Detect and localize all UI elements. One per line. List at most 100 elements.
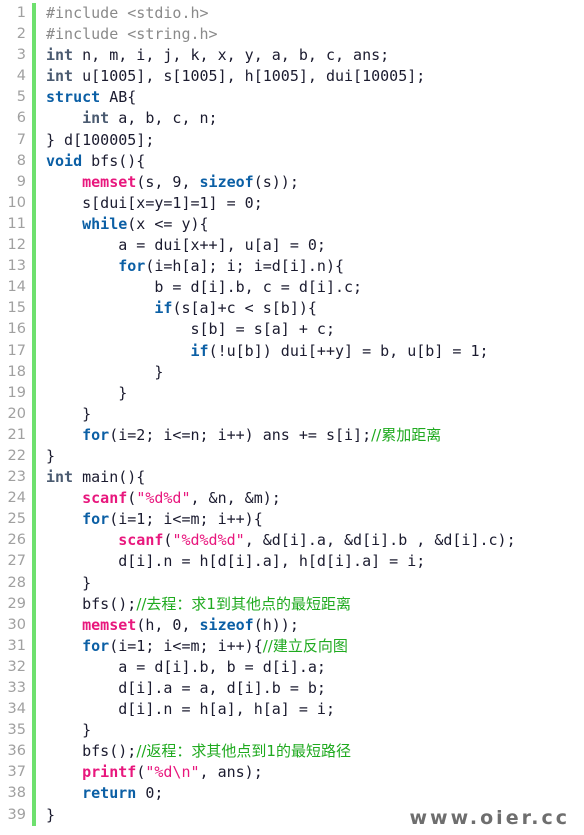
code-line[interactable]: 7 } d[100005]; <box>0 129 584 151</box>
code-line[interactable]: 31 for(i=1; i<=m; i++){//建立反向图 <box>0 635 584 657</box>
code-token-cm: //去程：求1到其他点的最短距离 <box>136 594 351 613</box>
code-line[interactable]: 28 } <box>0 572 584 594</box>
code-token-pl: (h)); <box>253 615 299 634</box>
code-token-str: "%d\n" <box>145 763 200 782</box>
code-line[interactable]: 17 if(!u[b]) dui[++y] = b, u[b] = 1; <box>0 340 584 362</box>
code-token-pl: } <box>46 446 56 465</box>
code-line[interactable]: 3 int n, m, i, j, k, x, y, a, b, c, ans; <box>0 45 584 67</box>
line-number: 17 <box>7 342 26 359</box>
code-line-text: if(!u[b]) dui[++y] = b, u[b] = 1; <box>36 341 584 362</box>
code-line[interactable]: 22} <box>0 445 584 468</box>
code-line[interactable]: 8 void bfs(){ <box>0 150 584 172</box>
code-line[interactable]: 4 int u[1005], s[1005], h[1005], dui[1000… <box>0 66 584 88</box>
code-line-text: scanf("%d%d%d", &d[i].a, &d[i].b , &d[i]… <box>36 530 584 551</box>
code-line[interactable]: 2 #include <string.h> <box>0 24 584 46</box>
code-token-ty: int <box>46 468 74 487</box>
code-line[interactable]: 32 a = d[i].b, b = d[i].a; <box>0 656 584 678</box>
code-token-pl: (i=1; i<=m; i++){ <box>109 510 263 529</box>
code-line[interactable]: 19 } <box>0 382 584 404</box>
code-line[interactable]: 27 d[i].n = h[d[i].a], h[d[i].a] = i; <box>0 551 584 573</box>
site-watermark: www.oier.cc <box>409 807 570 829</box>
code-token-pl: AB{ <box>100 88 137 107</box>
code-line-text: int n, m, i, j, k, x, y, a, b, c, ans; <box>36 45 584 66</box>
code-token-pl: a = d[i].b, b = d[i].a; <box>46 657 326 676</box>
code-token-str: "%d%d" <box>136 489 191 508</box>
code-token-pl: u[1005], s[1005], h[1005], dui[10005]; <box>73 67 426 86</box>
code-line[interactable]: 5 struct AB{ <box>0 87 584 109</box>
code-line[interactable]: 29 bfs();//去程：求1到其他点的最短距离 <box>0 593 584 615</box>
code-line[interactable]: 35 } <box>0 720 584 742</box>
code-token-pl: bfs(); <box>46 742 137 761</box>
code-line-text: for(i=1; i<=m; i++){ <box>36 509 584 530</box>
code-line[interactable]: 34 d[i].n = h[a], h[a] = i; <box>0 699 584 721</box>
line-number: 14 <box>7 279 26 296</box>
code-line[interactable]: 6 int a, b, c, n; <box>0 108 584 130</box>
line-number: 28 <box>7 574 26 591</box>
code-line[interactable]: 20 } <box>0 403 584 425</box>
code-line[interactable]: 10 s[dui[x=y=1]=1] = 0; <box>0 192 584 214</box>
code-token-pl: b = d[i].b, c = d[i].c; <box>46 278 363 297</box>
code-token-str: "%d%d%d" <box>172 531 245 550</box>
line-number: 19 <box>7 384 26 401</box>
code-line[interactable]: 26 scanf("%d%d%d", &d[i].a, &d[i].b , &d… <box>0 530 584 552</box>
code-line[interactable]: 16 s[b] = s[a] + c; <box>0 319 584 341</box>
code-line[interactable]: 13 for(i=h[a]; i; i=d[i].n){ <box>0 256 584 278</box>
code-token-pl: (x <= y){ <box>127 214 209 233</box>
code-token-pl: (h, 0, <box>136 615 200 634</box>
line-number: 7 <box>16 131 26 148</box>
code-line[interactable]: 38 return 0; <box>0 783 584 805</box>
code-line-text: memset(h, 0, sizeof(h)); <box>36 615 584 636</box>
code-line[interactable]: 24 scanf("%d%d", &n, &m); <box>0 488 584 510</box>
code-line[interactable]: 23 int main(){ <box>0 467 584 489</box>
code-line[interactable]: 36 bfs();//返程：求其他点到1的最短路径 <box>0 741 584 763</box>
code-token-pl: bfs(){ <box>82 151 146 170</box>
code-token-ty: int <box>82 109 110 128</box>
line-number: 10 <box>7 194 26 211</box>
line-number: 1 <box>16 5 26 21</box>
code-line-text: for(i=2; i<=n; i++) ans += s[i];//累加距离 <box>36 425 584 446</box>
code-line[interactable]: 1 #include <stdio.h> <box>0 3 584 25</box>
line-number: 15 <box>7 300 26 317</box>
code-token-pl: d[i].a = a, d[i].b = b; <box>46 679 326 697</box>
code-line-text: if(s[a]+c < s[b]){ <box>36 298 584 319</box>
code-line-text: int u[1005], s[1005], h[1005], dui[10005… <box>36 66 584 87</box>
code-line[interactable]: 11 while(x <= y){ <box>0 213 584 236</box>
code-line[interactable]: 21 for(i=2; i<=n; i++) ans += s[i];//累加距… <box>0 424 584 446</box>
code-token-pl: } <box>46 404 92 423</box>
code-token-ty: int <box>46 67 74 86</box>
code-line[interactable]: 9 memset(s, 9, sizeof(s)); <box>0 171 584 193</box>
code-token-kw: struct <box>46 88 101 107</box>
line-number: 24 <box>7 490 26 507</box>
code-line-text: } d[100005]; <box>36 130 584 151</box>
code-line[interactable]: 14 b = d[i].b, c = d[i].c; <box>0 277 584 299</box>
code-line[interactable]: 18 } <box>0 361 584 383</box>
code-line-text: return 0; <box>36 783 584 804</box>
code-line-text: } <box>36 720 584 741</box>
code-token-pl: 0; <box>136 784 164 803</box>
code-line[interactable]: 12 a = dui[x++], u[a] = 0; <box>0 235 584 257</box>
code-line-text: s[dui[x=y=1]=1] = 0; <box>36 193 584 214</box>
line-number: 5 <box>16 89 26 106</box>
code-line[interactable]: 33 d[i].a = a, d[i].b = b; <box>0 678 584 700</box>
code-token-pl: (s, 9, <box>136 172 200 191</box>
line-number: 32 <box>7 658 26 675</box>
line-number: 29 <box>7 595 26 612</box>
code-token-pp: #include <stdio.h> <box>46 4 209 22</box>
code-line[interactable]: 25 for(i=1; i<=m; i++){ <box>0 509 584 531</box>
code-token-kw: for <box>118 257 146 276</box>
code-token-pl: (s)); <box>253 172 299 191</box>
code-token-pl: (i=2; i<=n; i++) ans += s[i]; <box>109 425 372 444</box>
code-line[interactable]: 37 printf("%d\n", ans); <box>0 762 584 784</box>
code-token-kw: for <box>82 425 110 444</box>
code-line[interactable]: 30 memset(h, 0, sizeof(h)); <box>0 614 584 636</box>
code-line[interactable]: 15 if(s[a]+c < s[b]){ <box>0 298 584 320</box>
code-viewer[interactable]: 1 #include <stdio.h> 2 #include <string.h> 3… <box>0 0 584 835</box>
code-line-text: printf("%d\n", ans); <box>36 762 584 783</box>
code-line-text: a = d[i].b, b = d[i].a; <box>36 657 584 678</box>
code-line-text: for(i=1; i<=m; i++){//建立反向图 <box>36 636 584 657</box>
